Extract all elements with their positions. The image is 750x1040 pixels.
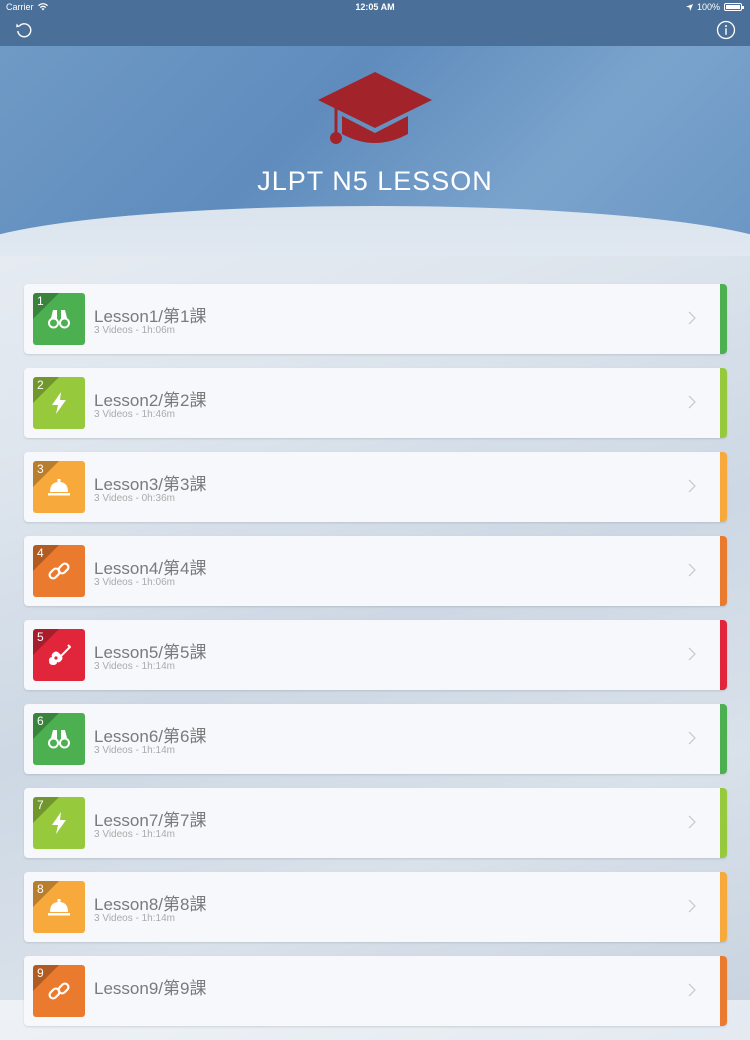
- chevron-right-icon: [688, 815, 696, 829]
- guitar-icon: [49, 644, 71, 665]
- lesson-tile: 6: [33, 713, 85, 765]
- header-wave: [0, 206, 750, 256]
- lesson-title: Lesson9/第9課: [94, 979, 207, 998]
- chevron-right-icon: [688, 731, 696, 745]
- header-banner: JLPT N5 LESSON: [0, 46, 750, 256]
- lesson-color-stripe: [720, 536, 727, 606]
- graduation-cap-icon: [318, 72, 432, 144]
- battery-percent: 100%: [696, 2, 720, 12]
- battery-icon: [724, 3, 744, 11]
- status-right: 100%: [685, 0, 744, 14]
- binoculars-icon: [48, 310, 70, 329]
- lesson-meta: 3 Videos - 1h:14m: [94, 745, 175, 756]
- lesson-number: 6: [37, 714, 44, 728]
- lesson-number: 9: [37, 966, 44, 980]
- chevron-right-icon: [688, 899, 696, 913]
- chevron-right-icon: [688, 563, 696, 577]
- refresh-icon[interactable]: [14, 20, 34, 40]
- lesson-number: 7: [37, 798, 44, 812]
- lesson-row[interactable]: 3 Lesson3/第3課 3 Videos - 0h:36m: [24, 452, 727, 522]
- lesson-row[interactable]: 7 Lesson7/第7課 3 Videos - 1h:14m: [24, 788, 727, 858]
- lesson-meta: 3 Videos - 1h:06m: [94, 325, 175, 336]
- lesson-number: 3: [37, 462, 44, 476]
- lesson-tile: 8: [33, 881, 85, 933]
- lesson-tile: 1: [33, 293, 85, 345]
- lesson-meta: 3 Videos - 1h:14m: [94, 913, 175, 924]
- lesson-color-stripe: [720, 872, 727, 942]
- lesson-meta: 3 Videos - 1h:46m: [94, 409, 175, 420]
- page-title: JLPT N5 LESSON: [257, 166, 493, 196]
- lesson-color-stripe: [720, 368, 727, 438]
- lesson-row[interactable]: 5 Lesson5/第5課 3 Videos - 1h:14m: [24, 620, 727, 690]
- lesson-tile: 5: [33, 629, 85, 681]
- lesson-tile: 9: [33, 965, 85, 1017]
- lightning-icon: [52, 812, 66, 834]
- lightning-icon: [52, 392, 66, 414]
- lesson-title: Lesson7/第7課: [94, 811, 207, 830]
- lesson-row[interactable]: 9 Lesson9/第9課: [24, 956, 727, 1026]
- lesson-tile: 7: [33, 797, 85, 849]
- lesson-color-stripe: [720, 704, 727, 774]
- lesson-number: 1: [37, 294, 44, 308]
- lesson-row[interactable]: 2 Lesson2/第2課 3 Videos - 1h:46m: [24, 368, 727, 438]
- lesson-color-stripe: [720, 956, 727, 1026]
- lesson-meta: 3 Videos - 1h:14m: [94, 829, 175, 840]
- lesson-meta: 3 Videos - 1h:06m: [94, 577, 175, 588]
- lesson-meta: 3 Videos - 1h:14m: [94, 661, 175, 672]
- lesson-color-stripe: [720, 452, 727, 522]
- chevron-right-icon: [688, 395, 696, 409]
- chevron-right-icon: [688, 311, 696, 325]
- lesson-number: 8: [37, 882, 44, 896]
- lesson-number: 5: [37, 630, 44, 644]
- lesson-title: Lesson4/第4課: [94, 559, 207, 578]
- status-time: 12:05 AM: [355, 2, 395, 12]
- lesson-title: Lesson3/第3課: [94, 475, 207, 494]
- lesson-tile: 2: [33, 377, 85, 429]
- lesson-title: Lesson1/第1課: [94, 307, 207, 326]
- lesson-title: Lesson5/第5課: [94, 643, 207, 662]
- lesson-tile: 3: [33, 461, 85, 513]
- lesson-tile: 4: [33, 545, 85, 597]
- info-icon[interactable]: [716, 20, 736, 40]
- chevron-right-icon: [688, 647, 696, 661]
- lesson-row[interactable]: 4 Lesson4/第4課 3 Videos - 1h:06m: [24, 536, 727, 606]
- lesson-title: Lesson8/第8課: [94, 895, 207, 914]
- lesson-number: 2: [37, 378, 44, 392]
- status-bar: Carrier 12:05 AM 100%: [0, 0, 750, 14]
- lesson-color-stripe: [720, 620, 727, 690]
- lesson-meta: 3 Videos - 0h:36m: [94, 493, 175, 504]
- nav-bar: [0, 14, 750, 46]
- lesson-color-stripe: [720, 788, 727, 858]
- lesson-title: Lesson2/第2課: [94, 391, 207, 410]
- location-arrow-icon: [685, 3, 693, 11]
- lesson-row[interactable]: 6 Lesson6/第6課 3 Videos - 1h:14m: [24, 704, 727, 774]
- lesson-list: 1 Lesson1/第1課 3 Videos - 1h:06m 2 Lesson2/第2…: [24, 284, 727, 1040]
- chevron-right-icon: [688, 983, 696, 997]
- binoculars-icon: [48, 730, 70, 749]
- lesson-color-stripe: [720, 284, 727, 354]
- lesson-number: 4: [37, 546, 44, 560]
- lesson-row[interactable]: 8 Lesson8/第8課 3 Videos - 1h:14m: [24, 872, 727, 942]
- lesson-title: Lesson6/第6課: [94, 727, 207, 746]
- chevron-right-icon: [688, 479, 696, 493]
- link-icon: [48, 562, 70, 580]
- service-bell-icon: [48, 479, 70, 496]
- lesson-row[interactable]: 1 Lesson1/第1課 3 Videos - 1h:06m: [24, 284, 727, 354]
- link-icon: [48, 982, 70, 1000]
- service-bell-icon: [48, 899, 70, 916]
